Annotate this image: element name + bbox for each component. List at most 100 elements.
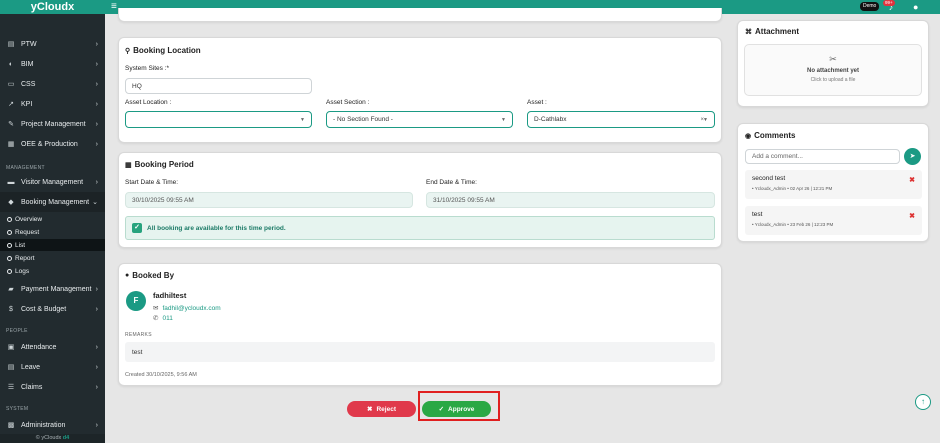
map-marker-icon: ⚲ (125, 47, 131, 55)
sidebar-item-cost-budget[interactable]: $ Cost & Budget › (0, 299, 105, 319)
circle-icon (7, 255, 12, 261)
remarks-label: REMARKS (125, 332, 152, 338)
ptw-icon: ▤ (7, 41, 15, 48)
asset-section-label: Asset Section : (326, 99, 370, 106)
claims-icon: ☰ (7, 384, 15, 391)
sidebar-item-administration[interactable]: ▩ Administration › (0, 415, 105, 435)
booker-email-row[interactable]: ✉ fadhil@ycloudx.com (153, 304, 221, 313)
asset-select[interactable]: D-Cathlabx × ▼ (527, 111, 715, 128)
asset-location-select[interactable]: ▼ (125, 111, 312, 128)
availability-alert: ✓ All booking are available for this time… (125, 216, 715, 240)
sidebar-subitem-logs[interactable]: Logs (0, 265, 105, 277)
sidebar-subitem-request[interactable]: Request (0, 226, 105, 238)
envelope-icon: ✉ (153, 305, 159, 312)
comments-title: ◉ Comments (745, 131, 796, 140)
sidebar-item-oee-production[interactable]: ▦ OEE & Production › (0, 134, 105, 154)
phone-icon: ✆ (153, 315, 159, 322)
chevron-right-icon: › (95, 363, 98, 371)
booking-period-card: ▦ Booking Period Start Date & Time: 30/10… (118, 152, 722, 248)
delete-comment-icon[interactable]: ✖ (909, 212, 915, 220)
css-icon: ▭ (7, 81, 15, 88)
chart-icon: ▦ (7, 141, 15, 148)
sidebar-item-visitor-management[interactable]: ▬ Visitor Management › (0, 172, 105, 192)
sidebar: yCloudx ▤ PTW › ◐ BIM › ▭ CSS › ↗ KPI › ✎ Project… (0, 0, 105, 443)
send-comment-button[interactable]: ➤ (904, 148, 921, 165)
sidebar-item-payment-management[interactable]: ▰ Payment Management › (0, 279, 105, 299)
attachment-card: ⌘ Attachment ✂ No attachment yet Click to… (737, 20, 929, 107)
scroll-to-top-button[interactable]: ↑ (915, 394, 931, 410)
chevron-right-icon: › (95, 100, 98, 108)
sidebar-item-kpi[interactable]: ↗ KPI › (0, 94, 105, 114)
sidebar-item-leave[interactable]: ▤ Leave › (0, 357, 105, 377)
booking-location-title: ⚲ Booking Location (125, 46, 201, 55)
paper-plane-icon: ➤ (909, 153, 916, 160)
chevron-right-icon: › (95, 120, 98, 128)
user-icon[interactable]: ● (913, 1, 918, 13)
sidebar-item-bim[interactable]: ◐ BIM › (0, 54, 105, 74)
circle-icon (7, 229, 12, 235)
comment-item: second test • Ycloudx_Admin • 02 Apr 26 … (745, 170, 922, 199)
start-datetime-label: Start Date & Time: (125, 179, 179, 186)
dollar-icon: $ (9, 305, 13, 313)
payment-icon: ▰ (8, 286, 14, 293)
brand-logo[interactable]: yCloudx (0, 0, 105, 14)
comment-icon: ◉ (745, 132, 752, 140)
comment-input[interactable]: Add a comment... (745, 149, 900, 164)
circle-icon (7, 268, 12, 274)
chevron-right-icon: › (95, 80, 98, 88)
chevron-right-icon: › (95, 343, 98, 351)
chevron-right-icon: › (95, 383, 98, 391)
close-icon: ✖ (367, 406, 373, 413)
system-sites-input[interactable]: HQ (125, 78, 312, 94)
visitor-icon: ▬ (7, 178, 15, 186)
upload-dropzone[interactable]: ✂ No attachment yet Click to upload a fi… (744, 44, 922, 96)
avatar: F (126, 291, 146, 311)
paperclip-icon: ⌘ (745, 28, 752, 36)
end-datetime-field: 31/10/2025 09:55 AM (426, 192, 715, 208)
attachment-empty-text: No attachment yet (806, 68, 859, 74)
check-icon: ✓ (132, 223, 142, 233)
calendar-icon: ▦ (125, 161, 132, 169)
sidebar-item-ptw[interactable]: ▤ PTW › (0, 34, 105, 54)
sidebar-subitem-overview[interactable]: Overview (0, 213, 105, 225)
bim-icon: ◐ (8, 60, 14, 68)
comment-meta: • Ycloudx_Admin • 23 Feb 26 | 12:23 PM (752, 222, 834, 227)
comment-text: second test (752, 175, 786, 182)
attachment-title: ⌘ Attachment (745, 27, 800, 36)
asset-location-label: Asset Location : (125, 99, 172, 106)
sidebar-item-css[interactable]: ▭ CSS › (0, 74, 105, 94)
sidebar-item-claims[interactable]: ☰ Claims › (0, 377, 105, 397)
user-icon: ● (125, 272, 130, 279)
caret-down-icon: ▼ (703, 116, 708, 123)
pencil-icon: ✎ (8, 121, 14, 128)
booker-phone-row[interactable]: ✆ 011 (153, 314, 173, 323)
menu-icon[interactable]: ≡ (111, 1, 117, 12)
booker-name: fadhiltest (153, 291, 187, 300)
approve-highlight-box (418, 391, 500, 421)
start-datetime-field: 30/10/2025 09:55 AM (125, 192, 413, 208)
paperclip-icon: ✂ (829, 54, 837, 64)
caret-down-icon: ▼ (300, 116, 305, 123)
sidebar-item-project-management[interactable]: ✎ Project Management › (0, 114, 105, 134)
booking-period-title: ▦ Booking Period (125, 160, 194, 169)
sidebar-subitem-list[interactable]: List (0, 239, 105, 251)
section-label-people: PEOPLE (6, 328, 28, 334)
sidebar-item-booking-management[interactable]: ◆ Booking Management ⌄ (0, 192, 105, 212)
delete-comment-icon[interactable]: ✖ (909, 176, 915, 184)
chevron-right-icon: › (95, 178, 98, 186)
leave-icon: ▤ (7, 364, 15, 371)
asset-section-select[interactable]: - No Section Found - ▼ (326, 111, 513, 128)
trend-icon: ↗ (8, 101, 14, 108)
section-label-management: MANAGEMENT (6, 165, 45, 171)
sidebar-item-attendance[interactable]: ▣ Attendance › (0, 337, 105, 357)
sidebar-subitem-report[interactable]: Report (0, 252, 105, 264)
chevron-right-icon: › (95, 305, 98, 313)
demo-chip[interactable]: Demo (860, 2, 880, 11)
reject-button[interactable]: ✖ Reject (347, 401, 416, 417)
asset-label: Asset : (527, 99, 547, 106)
arrow-up-icon: ↑ (921, 397, 925, 406)
attachment-hint: Click to upload a file (810, 77, 856, 83)
comments-card: ◉ Comments Add a comment... ➤ second test… (737, 123, 929, 242)
circle-icon (7, 216, 12, 222)
booked-by-title: ● Booked By (125, 271, 175, 280)
